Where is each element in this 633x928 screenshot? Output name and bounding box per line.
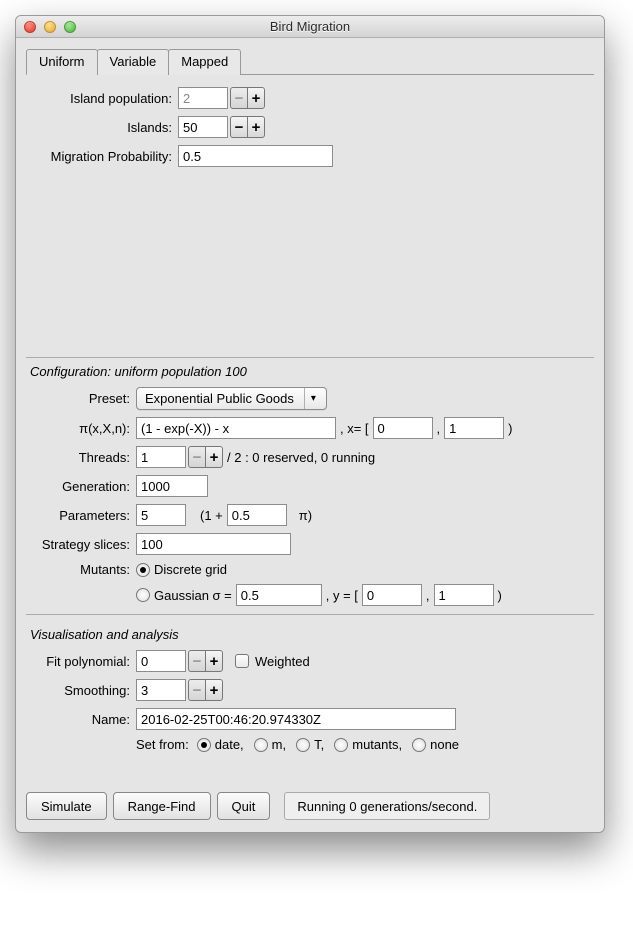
preset-dropdown[interactable]: Exponential Public Goods ▾ [136,387,327,410]
generation-label: Generation: [26,479,136,494]
threads-label: Threads: [26,450,136,465]
parameters-label: Parameters: [26,508,136,523]
preset-label: Preset: [26,391,136,406]
gaussian-sigma-input[interactable] [236,584,322,606]
y-close-bracket: ) [494,588,506,603]
x-close-bracket: ) [504,421,516,436]
y-lo-input[interactable] [362,584,422,606]
x-hi-input[interactable] [444,417,504,439]
close-button[interactable] [24,21,36,33]
islands-label: Islands: [26,120,178,135]
uniform-panel: Island population: − + Islands: − + Migr… [26,85,594,345]
smoothing-increment[interactable]: + [205,679,223,701]
island-population-label: Island population: [26,91,178,106]
range-find-button[interactable]: Range-Find [113,792,211,820]
y-hi-input[interactable] [434,584,494,606]
setfrom-none[interactable]: none [412,737,459,752]
x-open-bracket: , x= [ [336,421,373,436]
smoothing-label: Smoothing: [26,683,136,698]
visualisation-header: Visualisation and analysis [26,621,594,650]
titlebar: Bird Migration [16,16,604,38]
smoothing-input[interactable] [136,679,186,701]
quit-button[interactable]: Quit [217,792,271,820]
threads-info: / 2 : 0 reserved, 0 running [223,450,379,465]
preset-value: Exponential Public Goods [145,391,304,406]
setfrom-label: Set from: [136,737,193,752]
radio-icon [296,738,310,752]
setfrom-mutants[interactable]: mutants, [334,737,402,752]
setfrom-m[interactable]: m, [254,737,286,752]
migration-probability-input[interactable] [178,145,333,167]
strategy-slices-label: Strategy slices: [26,537,136,552]
mutants-gaussian-label: Gaussian σ = [154,588,236,603]
minimize-button[interactable] [44,21,56,33]
tab-mapped[interactable]: Mapped [168,49,241,75]
smoothing-decrement[interactable]: − [188,679,206,701]
bottom-button-row: Simulate Range-Find Quit Running 0 gener… [26,792,594,820]
weighted-label: Weighted [255,654,310,669]
threads-increment[interactable]: + [205,446,223,468]
mutants-discrete-label: Discrete grid [154,562,227,577]
fit-polynomial-label: Fit polynomial: [26,654,136,669]
zoom-button[interactable] [64,21,76,33]
param-close: π) [287,508,316,523]
traffic-lights [24,21,76,33]
setfrom-date[interactable]: date, [197,737,244,752]
islands-decrement[interactable]: − [230,116,248,138]
name-label: Name: [26,712,136,727]
fit-decrement[interactable]: − [188,650,206,672]
mutants-discrete-option[interactable]: Discrete grid [136,562,227,577]
island-population-input[interactable] [178,87,228,109]
name-input[interactable] [136,708,456,730]
radio-icon [136,588,150,602]
simulate-button[interactable]: Simulate [26,792,107,820]
y-comma: , [422,588,434,603]
tab-uniform[interactable]: Uniform [26,49,98,75]
islands-input[interactable] [178,116,228,138]
island-population-decrement[interactable]: − [230,87,248,109]
tab-bar: Uniform Variable Mapped [26,48,594,75]
radio-icon [412,738,426,752]
checkbox-icon [235,654,249,668]
tab-variable[interactable]: Variable [97,49,170,75]
configuration-header: Configuration: uniform population 100 [26,357,594,387]
radio-icon [254,738,268,752]
generation-input[interactable] [136,475,208,497]
parameters-input[interactable] [136,504,186,526]
fit-polynomial-input[interactable] [136,650,186,672]
radio-icon [136,563,150,577]
islands-increment[interactable]: + [247,116,265,138]
chevron-down-icon: ▾ [304,388,322,409]
threads-input[interactable] [136,446,186,468]
pi-expression-input[interactable] [136,417,336,439]
separator [26,614,594,615]
pi-label: π(x,X,n): [26,421,136,436]
weighted-checkbox[interactable]: Weighted [235,654,310,669]
radio-icon [197,738,211,752]
island-population-increment[interactable]: + [247,87,265,109]
migration-probability-label: Migration Probability: [26,149,178,164]
threads-decrement[interactable]: − [188,446,206,468]
window: Bird Migration Uniform Variable Mapped I… [15,15,605,833]
x-lo-input[interactable] [373,417,433,439]
content: Uniform Variable Mapped Island populatio… [16,38,604,832]
radio-icon [334,738,348,752]
y-open-bracket: , y = [ [322,588,362,603]
status-text: Running 0 generations/second. [284,792,490,820]
mutants-gaussian-option[interactable]: Gaussian σ = [136,588,236,603]
setfrom-T[interactable]: T, [296,737,324,752]
mutants-label: Mutants: [26,562,136,577]
parameters-second-input[interactable] [227,504,287,526]
window-title: Bird Migration [16,19,604,34]
strategy-slices-input[interactable] [136,533,291,555]
x-comma: , [433,421,445,436]
fit-increment[interactable]: + [205,650,223,672]
param-open: (1 + [186,508,227,523]
